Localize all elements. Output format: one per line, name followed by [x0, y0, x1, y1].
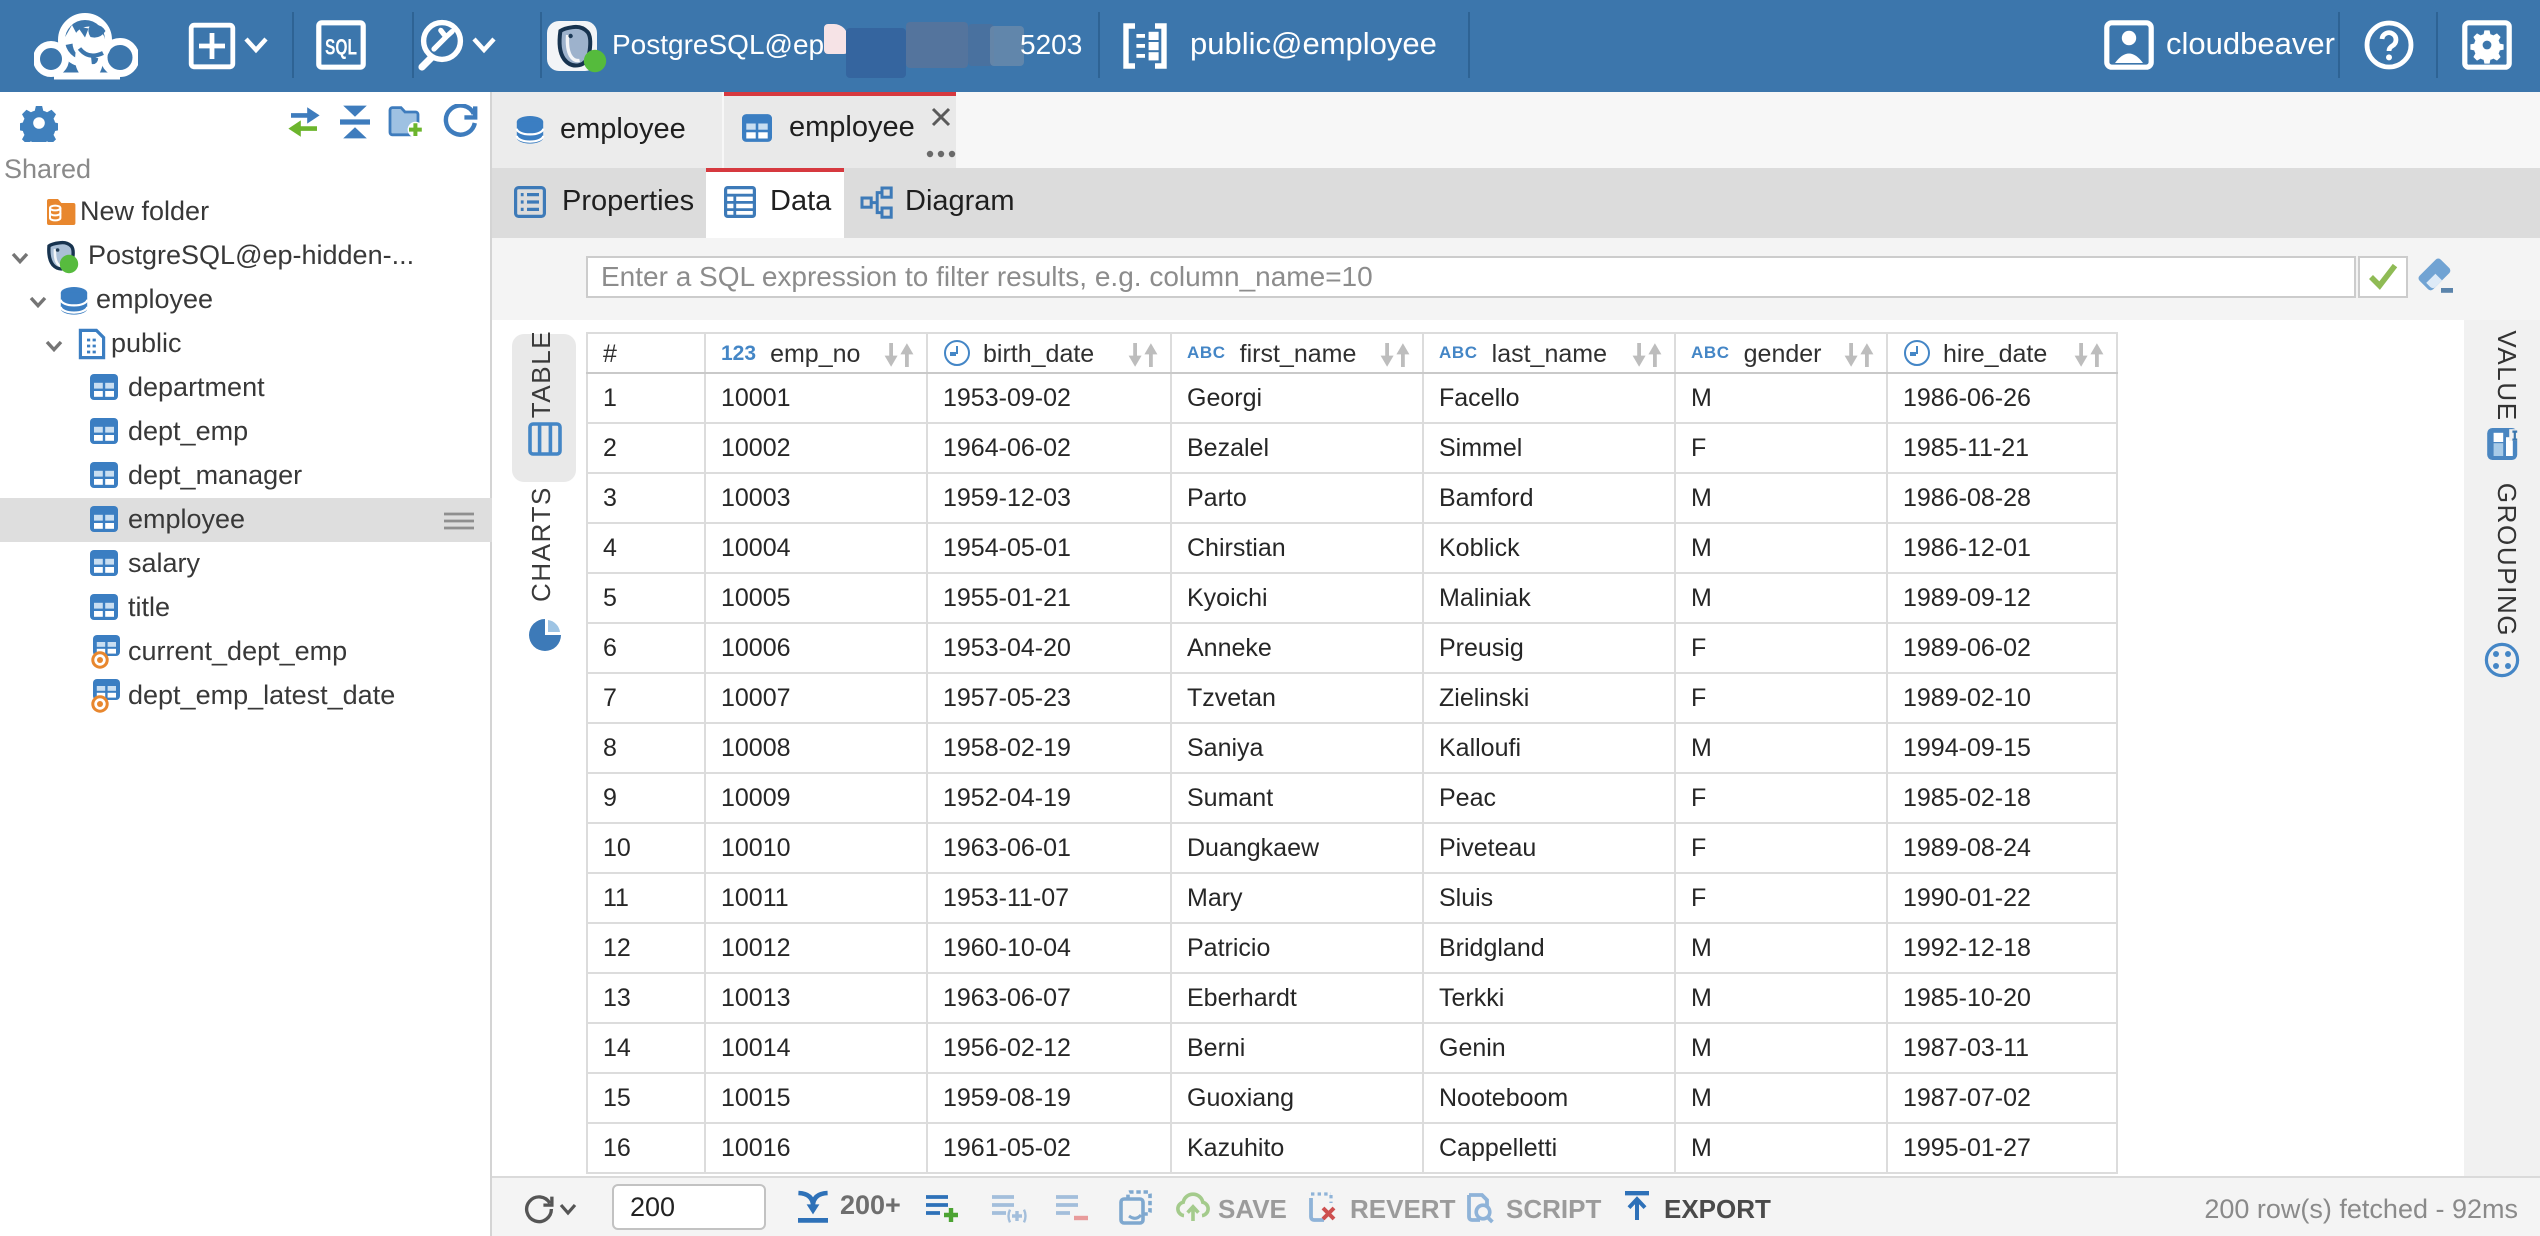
svg-text:SQL: SQL — [325, 35, 357, 60]
